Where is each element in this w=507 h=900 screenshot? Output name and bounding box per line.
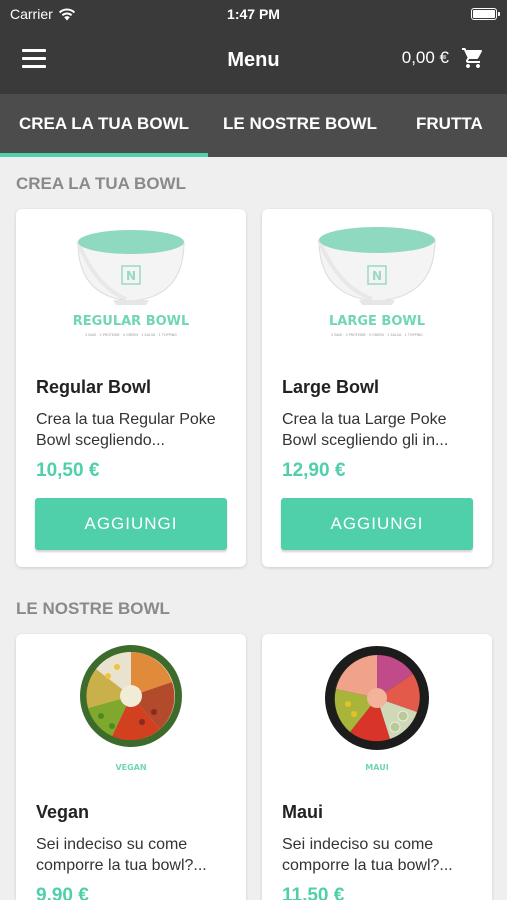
cart-button[interactable]: 0,00 € [402,46,485,70]
active-tab-indicator [0,153,208,157]
large-bowl-image: N LARGE BOWL 2 BASI · 3 PROTEINE · 5 GRE… [317,227,436,337]
large-bowl-image-label: LARGE BOWL [329,314,425,329]
tab-frutta[interactable]: FRUTTA [392,94,507,157]
status-bar: Carrier 1:47 PM [0,0,507,28]
maui-image-label: MAUI [365,763,388,772]
section-title-crea-la-tua-bowl: CREA LA TUA BOWL [16,174,186,193]
large-bowl-image-sublabel: 2 BASI · 3 PROTEINE · 5 GREEN · 1 SALSA … [331,333,423,337]
nav-bar: Menu 0,00 € [0,28,507,94]
maui-bowl-image: MAUI [325,646,429,772]
product-description: Crea la tua Regular Poke Bowl scegliendo… [36,411,216,449]
product-price: 12,90 € [282,460,346,481]
add-large-bowl-button[interactable]: AGGIUNGI [281,498,473,550]
vegan-image-label: VEGAN [115,763,146,772]
product-name: Maui [282,802,324,822]
tab-le-nostre-bowl[interactable]: LE NOSTRE BOWL [208,94,392,157]
category-tabs: CREA LA TUA BOWL LE NOSTRE BOWL FRUTTA [0,94,507,157]
product-price: 11,50 € [282,885,345,900]
tab-crea-la-tua-bowl[interactable]: CREA LA TUA BOWL [0,94,208,157]
status-time: 1:47 PM [227,6,280,22]
svg-text:N: N [126,269,136,283]
product-card-regular-bowl[interactable]: N REGULAR BOWL 2 BASI · 2 PROTEINE · 4 G… [16,209,246,567]
cart-total: 0,00 € [401,48,449,67]
add-regular-bowl-button[interactable]: AGGIUNGI [35,498,227,550]
regular-bowl-image-sublabel: 2 BASI · 2 PROTEINE · 4 GREEN · 1 SALSA … [85,333,177,337]
regular-bowl-image-label: REGULAR BOWL [73,314,190,329]
regular-bowl-image: N REGULAR BOWL 2 BASI · 2 PROTEINE · 4 G… [73,230,190,337]
shopping-cart-icon [462,48,483,68]
battery-icon [471,8,500,20]
product-description: Sei indeciso su come comporre la tua bow… [282,836,453,874]
vegan-bowl-image: VEGAN [80,645,182,772]
svg-text:N: N [372,269,382,283]
product-price: 10,50 € [36,460,100,481]
product-price: 9,90 € [36,885,89,900]
section-title-le-nostre-bowl: LE NOSTRE BOWL [16,599,170,618]
product-name: Regular Bowl [36,377,152,397]
product-description: Sei indeciso su come comporre la tua bow… [36,836,207,874]
product-card-large-bowl[interactable]: N LARGE BOWL 2 BASI · 3 PROTEINE · 5 GRE… [262,209,492,567]
product-card-vegan[interactable]: VEGAN Vegan Sei indeciso su come comporr… [16,634,246,900]
product-card-maui[interactable]: MAUI Maui Sei indeciso su come comporre … [262,634,492,900]
product-name: Vegan [36,802,90,822]
product-description: Crea la tua Large Poke Bowl scegliendo g… [282,411,449,449]
product-name: Large Bowl [282,377,380,397]
